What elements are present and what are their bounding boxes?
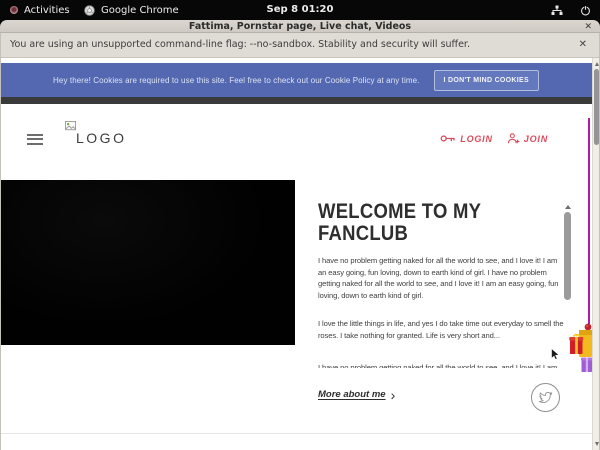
- window-title: Fattima, Pornstar page, Live chat, Video…: [0, 21, 600, 32]
- twitter-bird-icon: [538, 390, 553, 405]
- scrollbar-up-arrow[interactable]: [595, 62, 599, 66]
- scrollbar-down-arrow[interactable]: [595, 442, 599, 446]
- broken-image-icon: [65, 121, 76, 132]
- power-icon[interactable]: [580, 5, 591, 16]
- login-button[interactable]: LOGIN: [440, 133, 493, 144]
- page-top-strip: [0, 97, 592, 104]
- user-plus-icon: [507, 132, 520, 145]
- chevron-right-icon: ›: [391, 390, 396, 400]
- cookie-accept-button[interactable]: I DON'T MIND COOKIES: [434, 70, 539, 91]
- twitter-button[interactable]: [531, 383, 560, 412]
- cookie-banner: Hey there! Cookies are required to use t…: [0, 63, 592, 97]
- system-tray: [551, 0, 591, 20]
- bio-paragraph-1: I have no problem getting naked for all …: [318, 255, 565, 301]
- gift-ribbon-string: [588, 118, 590, 324]
- desktop-screen: Activities Google Chrome Sep 8 01:20: [0, 0, 600, 450]
- warning-text: You are using an unsupported command-lin…: [10, 39, 470, 50]
- network-icon[interactable]: [551, 5, 563, 16]
- cookie-message: Hey there! Cookies are required to use t…: [53, 76, 419, 85]
- system-top-bar: Activities Google Chrome Sep 8 01:20: [0, 0, 600, 20]
- inner-scrollbar-up-arrow[interactable]: [565, 205, 571, 209]
- logo-alt-text: LOGO: [76, 130, 126, 146]
- clock[interactable]: Sep 8 01:20: [0, 0, 600, 20]
- more-about-me-link[interactable]: More about me ›: [318, 389, 395, 400]
- login-label: LOGIN: [460, 134, 493, 144]
- more-about-me-label: More about me: [318, 389, 386, 400]
- window-close-button[interactable]: ✕: [584, 21, 592, 32]
- web-page: Hey there! Cookies are required to use t…: [0, 58, 592, 450]
- browser-scrollbar: [592, 58, 600, 450]
- join-label: JOIN: [524, 134, 548, 144]
- menu-hamburger-icon[interactable]: [27, 134, 43, 145]
- video-player[interactable]: [0, 180, 295, 345]
- site-logo[interactable]: LOGO: [65, 121, 125, 153]
- window-titlebar: Fattima, Pornstar page, Live chat, Video…: [0, 20, 600, 33]
- inner-scrollbar-thumb[interactable]: [564, 212, 571, 300]
- site-header: LOGO LOGIN JOIN: [0, 104, 592, 180]
- browser-window: Fattima, Pornstar page, Live chat, Video…: [0, 20, 600, 33]
- header-actions: LOGIN JOIN: [440, 132, 548, 145]
- warning-close-button[interactable]: ✕: [579, 39, 587, 50]
- join-button[interactable]: JOIN: [507, 132, 548, 145]
- footer-divider: [0, 433, 592, 434]
- chrome-warning-bar: You are using an unsupported command-lin…: [0, 33, 600, 58]
- bio-paragraph-3-clipped: I have no problem getting naked for all …: [318, 362, 565, 368]
- mouse-cursor: [551, 348, 560, 360]
- bio-paragraph-2: I love the little things in life, and ye…: [318, 318, 565, 341]
- gifts-promo-widget[interactable]: [569, 321, 592, 373]
- scrollbar-thumb[interactable]: [594, 69, 599, 145]
- key-icon: [440, 133, 456, 144]
- welcome-heading: WELCOME TO MY FANCLUB: [318, 201, 549, 244]
